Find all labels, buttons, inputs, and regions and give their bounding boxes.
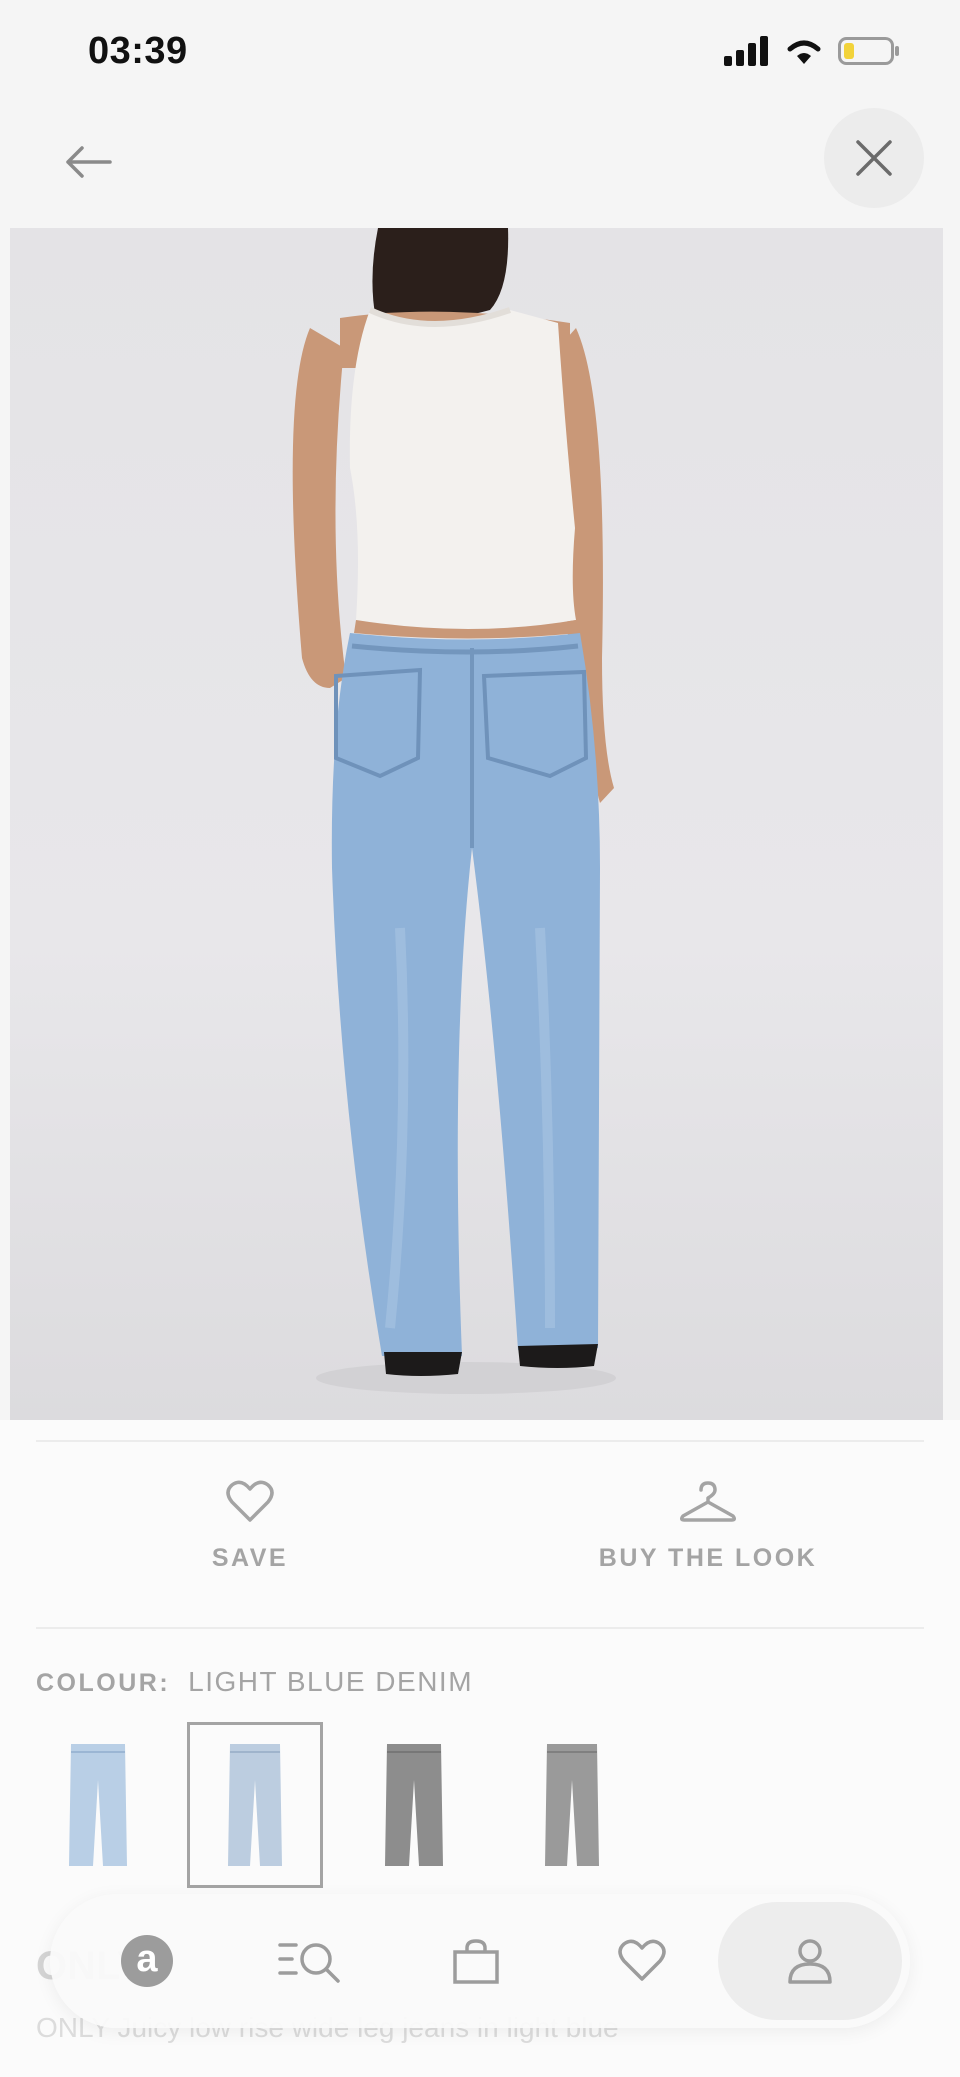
search-icon <box>278 1943 340 1983</box>
jeans-thumbnail <box>69 1744 127 1866</box>
colour-row: COLOUR: LIGHT BLUE DENIM <box>36 1666 473 1698</box>
buy-the-look-button[interactable]: BUY THE LOOK <box>518 1480 898 1573</box>
heart-icon <box>226 1480 274 1522</box>
colour-swatch[interactable] <box>504 1722 640 1888</box>
arrow-left-icon <box>66 146 112 178</box>
product-image[interactable] <box>10 228 943 1420</box>
back-button[interactable] <box>52 126 124 198</box>
jeans-thumbnail <box>385 1744 443 1866</box>
nav-home[interactable]: a <box>92 1894 202 2028</box>
colour-label: COLOUR: <box>36 1669 171 1697</box>
jeans-thumbnail <box>545 1744 599 1866</box>
divider <box>36 1440 924 1442</box>
model-photo <box>292 228 616 1394</box>
nav-saved[interactable] <box>587 1894 697 2028</box>
colour-swatch-selected[interactable] <box>187 1722 323 1888</box>
nav-search[interactable] <box>255 1894 365 2028</box>
heart-icon <box>618 1939 666 1981</box>
colour-value: LIGHT BLUE DENIM <box>188 1666 474 1697</box>
status-time: 03:39 <box>88 30 188 72</box>
colour-swatch[interactable] <box>30 1722 166 1888</box>
colour-swatch[interactable] <box>346 1722 482 1888</box>
status-icons <box>724 36 900 66</box>
status-bar: 03:39 <box>0 0 960 108</box>
asos-logo-icon: a <box>121 1935 173 1987</box>
close-icon <box>856 140 892 176</box>
save-label: SAVE <box>211 1544 289 1572</box>
bag-icon <box>453 1939 499 1984</box>
hanger-icon <box>679 1481 737 1522</box>
nav-bag[interactable] <box>421 1894 531 2028</box>
save-button[interactable]: SAVE <box>60 1480 440 1573</box>
jeans-thumbnail <box>228 1744 282 1866</box>
battery-icon <box>838 37 899 65</box>
bottom-nav: a <box>50 1894 910 2028</box>
signal-icon <box>724 36 768 66</box>
nav-account[interactable] <box>718 1902 902 2020</box>
divider <box>36 1627 924 1629</box>
buy-the-look-label: BUY THE LOOK <box>598 1544 818 1572</box>
account-icon <box>788 1939 832 1984</box>
wifi-icon <box>787 40 821 64</box>
top-bar <box>0 108 960 228</box>
close-button[interactable] <box>824 108 924 208</box>
